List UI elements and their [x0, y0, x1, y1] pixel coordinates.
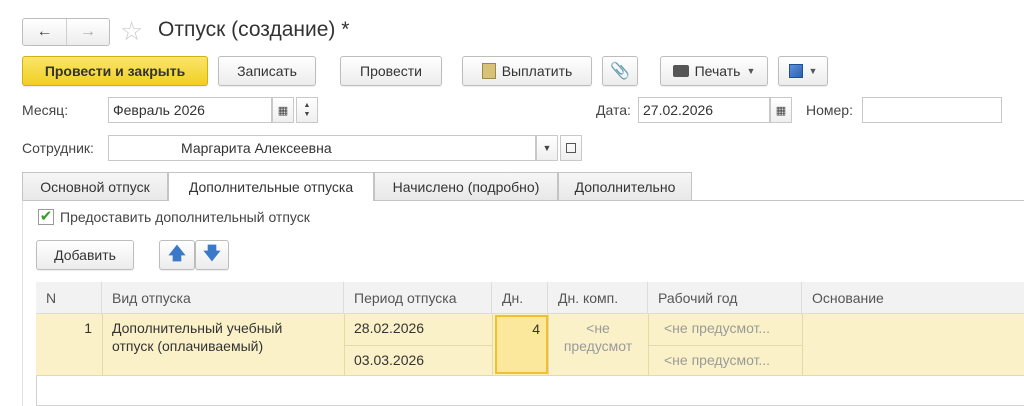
employee-open-button[interactable] — [560, 135, 582, 161]
move-up-button[interactable]: 🡅 — [159, 240, 195, 270]
employee-field[interactable]: Маргарита Алексеевна — [108, 135, 536, 161]
row-vacation-type-line1: Дополнительный учебный — [112, 320, 283, 336]
printer-icon — [672, 65, 689, 77]
date-calendar-button[interactable]: ▦ — [770, 97, 792, 123]
row-work-year-to[interactable]: <не предусмот... — [664, 352, 770, 368]
column-header-days[interactable]: Дн. — [492, 282, 548, 314]
row-divider — [492, 314, 493, 376]
favorite-star-icon[interactable]: ☆ — [120, 16, 143, 46]
row-comp-days-line1: <не — [586, 320, 610, 336]
checkmark-icon: ✔ — [39, 208, 53, 225]
row-vacation-type-line2: отпуск (оплачиваемый) — [112, 338, 264, 354]
row-comp-days-line2: предусмот — [563, 338, 633, 354]
forward-button[interactable]: → — [67, 19, 109, 45]
column-header-vacation-type[interactable]: Вид отпуска — [102, 282, 344, 314]
paperclip-icon: 📎 — [610, 63, 630, 80]
tab-accrued-detailed[interactable]: Начислено (подробно) — [374, 172, 558, 200]
nav-group: ← → — [22, 18, 110, 46]
row-days-value: 4 — [532, 321, 540, 337]
tab-additional-vacations[interactable]: Дополнительные отпуска — [168, 172, 374, 201]
arrow-left-icon: ← — [36, 23, 53, 40]
save-label: Записать — [237, 63, 297, 79]
pay-button[interactable]: Выплатить — [462, 56, 592, 86]
post-button[interactable]: Провести — [340, 56, 442, 86]
month-label: Месяц: — [22, 102, 69, 118]
date-label: Дата: — [596, 102, 631, 118]
row-period-to[interactable]: 03.03.2026 — [354, 352, 424, 368]
spin-down-icon: ▼ — [303, 111, 311, 118]
employee-dropdown-button[interactable]: ▼ — [536, 135, 558, 161]
month-field[interactable]: Февраль 2026 — [108, 97, 272, 123]
row-subdivider — [648, 345, 802, 346]
post-label: Провести — [360, 63, 422, 79]
tab-additional[interactable]: Дополнительно — [558, 172, 692, 200]
grant-additional-label: Предоставить дополнительный отпуск — [60, 209, 310, 225]
column-header-period[interactable]: Период отпуска — [344, 282, 492, 314]
number-label: Номер: — [806, 102, 853, 118]
arrow-up-icon: 🡅 — [168, 243, 186, 263]
row-work-year-from[interactable]: <не предусмот... — [664, 320, 770, 336]
number-field[interactable] — [862, 97, 1002, 123]
column-header-n[interactable]: N — [36, 282, 102, 314]
month-calendar-button[interactable]: ▦ — [272, 97, 294, 123]
document-structure-icon — [788, 64, 803, 78]
attach-button[interactable]: 📎 — [602, 56, 638, 86]
back-button[interactable]: ← — [23, 19, 67, 45]
arrow-right-icon: → — [80, 23, 96, 40]
row-period-from[interactable]: 28.02.2026 — [354, 320, 424, 336]
save-button[interactable]: Записать — [218, 56, 316, 86]
grant-additional-checkbox[interactable]: ✔ — [38, 209, 54, 225]
employee-label: Сотрудник: — [22, 140, 94, 156]
chevron-down-icon: ▼ — [542, 143, 552, 153]
calendar-icon: ▦ — [775, 104, 787, 117]
row-divider — [802, 314, 803, 376]
tab-main-vacation[interactable]: Основной отпуск — [22, 172, 168, 200]
column-header-work-year[interactable]: Рабочий год — [648, 282, 802, 314]
row-divider — [102, 314, 103, 376]
date-field[interactable]: 27.02.2026 — [638, 97, 770, 123]
arrow-down-icon: 🡇 — [203, 243, 221, 263]
chevron-down-icon: ▼ — [808, 66, 818, 76]
employee-value: Маргарита Алексеевна — [181, 140, 332, 156]
column-header-comp-days[interactable]: Дн. комп. — [548, 282, 648, 314]
month-spin-button[interactable]: ▲ ▼ — [296, 97, 318, 123]
post-and-close-button[interactable]: Провести и закрыть — [22, 56, 208, 86]
post-and-close-label: Провести и закрыть — [44, 63, 186, 79]
row-days-cell[interactable]: 4 — [495, 315, 548, 374]
chevron-down-icon: ▼ — [746, 66, 756, 76]
print-button[interactable]: Печать ▼ — [660, 56, 768, 86]
add-label: Добавить — [54, 247, 116, 263]
add-button[interactable]: Добавить — [36, 240, 134, 270]
open-link-icon — [566, 143, 576, 153]
move-down-button[interactable]: 🡇 — [195, 240, 229, 270]
row-subdivider — [344, 345, 492, 346]
row-number: 1 — [84, 320, 92, 336]
column-header-basis[interactable]: Основание — [802, 282, 1024, 314]
spin-up-icon: ▲ — [303, 102, 311, 109]
calendar-icon: ▦ — [277, 104, 289, 117]
more-actions-button[interactable]: ▼ — [778, 56, 828, 86]
print-label: Печать — [694, 63, 741, 79]
payment-document-icon — [481, 63, 496, 79]
window-title: Отпуск (создание) * — [158, 18, 350, 41]
pay-label: Выплатить — [501, 63, 573, 79]
